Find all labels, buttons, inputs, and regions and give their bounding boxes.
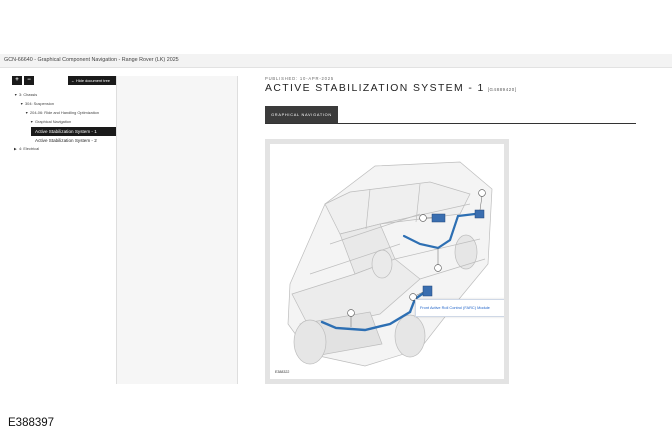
vehicle-illustration: Front Active Roll Control (FARC) Module … xyxy=(270,144,504,379)
farc-module-link[interactable]: Front Active Roll Control (FARC) Module xyxy=(415,299,504,317)
figure-label: E388322 xyxy=(275,370,290,374)
page-header-bar: GCN-66640 - Graphical Component Navigati… xyxy=(0,54,672,68)
document-id: [G4889420] xyxy=(487,87,517,92)
tree-item-electrical[interactable]: ▶ 4: Electrical xyxy=(14,146,39,152)
hide-document-tree-label: Hide document tree xyxy=(75,78,110,83)
document-title: ACTIVE STABILIZATION SYSTEM - 1 [G4889420… xyxy=(265,83,517,94)
tree-item-graphical-navigation[interactable]: ▼ Graphical Navigation xyxy=(30,119,71,125)
tree-item-chassis[interactable]: ▼ 3: Chassis xyxy=(14,92,37,98)
arrow-left-icon: ← xyxy=(71,78,75,83)
expand-all-button[interactable]: + xyxy=(12,76,22,85)
tree-item-suspension[interactable]: ▼ 304: Suspension xyxy=(20,101,54,107)
figure-frame: Front Active Roll Control (FARC) Module … xyxy=(265,139,509,384)
page-header-title: GCN-66640 - Graphical Component Navigati… xyxy=(4,57,179,63)
tree-item-active-stabilization-1[interactable]: Active Stabilization System - 1 xyxy=(31,127,116,136)
tab-bar: GRAPHICAL NAVIGATION xyxy=(265,106,636,124)
image-caption: E388397 xyxy=(8,417,55,429)
tab-graphical-navigation[interactable]: GRAPHICAL NAVIGATION xyxy=(265,106,338,123)
vehicle-xray-drawing xyxy=(287,161,493,367)
published-date: PUBLISHED: 10-APR-2025 xyxy=(265,76,335,81)
document-tree: + − ← Hide document tree ▼ 3: Chassis ▼ 30… xyxy=(6,76,119,384)
tree-item-ride-handling[interactable]: ▼ 204-06: Ride and Handling Optimization xyxy=(25,110,99,116)
hide-document-tree-button[interactable]: ← Hide document tree xyxy=(68,76,119,85)
side-panel xyxy=(116,76,238,384)
collapse-all-button[interactable]: − xyxy=(24,76,34,85)
tree-item-active-stabilization-2[interactable]: Active Stabilization System - 2 xyxy=(31,136,97,145)
